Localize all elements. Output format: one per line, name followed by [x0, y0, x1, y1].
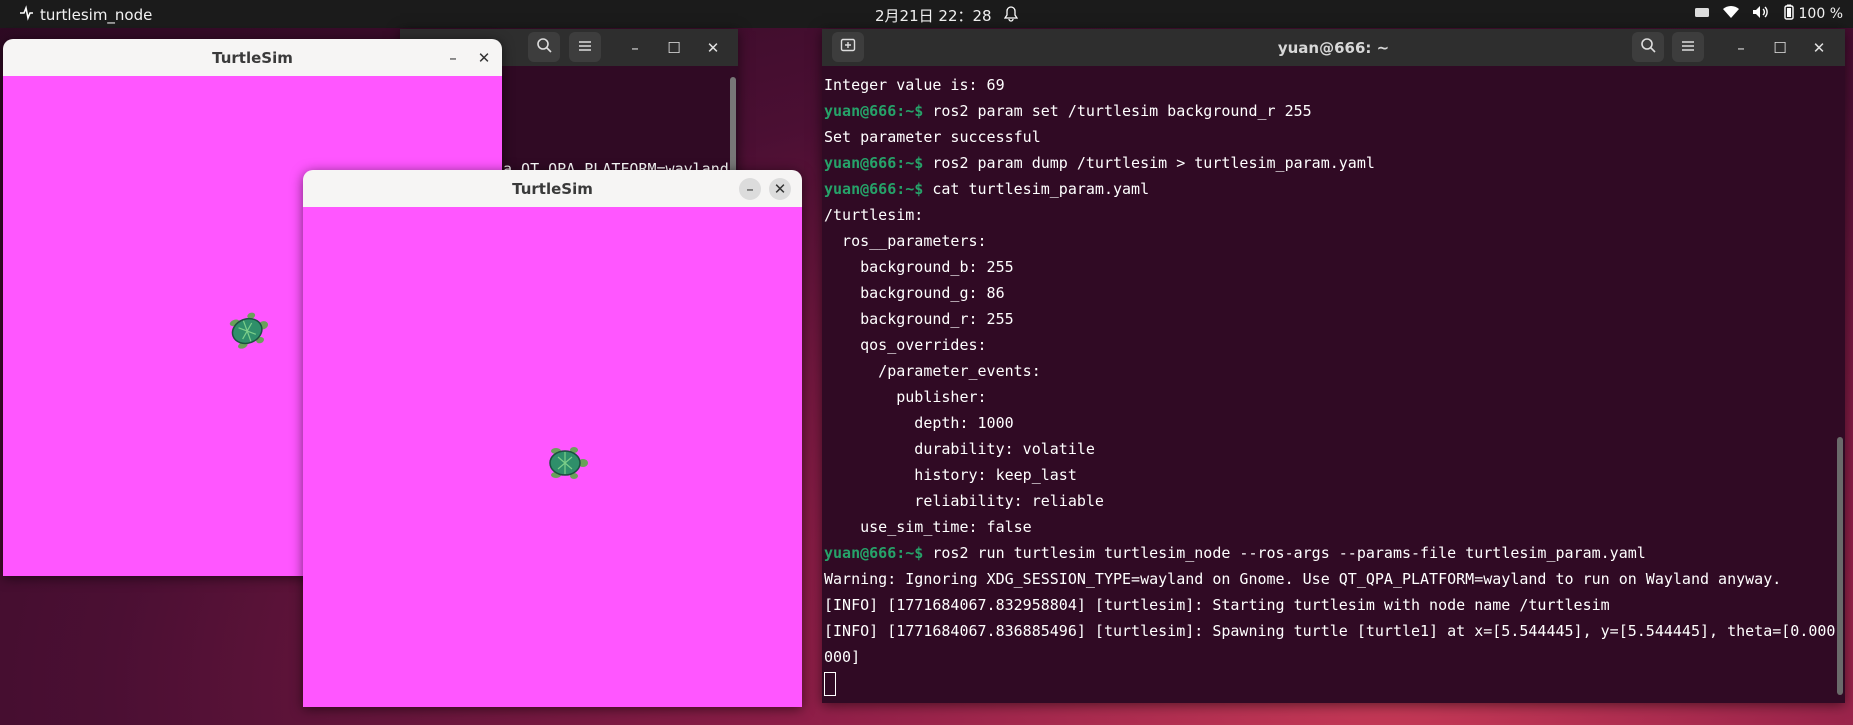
terminal-line: history: keep_last [824, 466, 1077, 484]
terminal-line: reliability: reliable [824, 492, 1104, 510]
active-app-name: turtlesim_node [40, 6, 153, 24]
terminal-line: qos_overrides: [824, 336, 987, 354]
close-button[interactable]: ✕ [700, 35, 726, 61]
activities-icon [18, 5, 34, 25]
terminal-command: ros2 run turtlesim turtlesim_node --ros-… [923, 544, 1646, 562]
terminal-line: background_b: 255 [824, 258, 1014, 276]
turtlesim-back-titlebar[interactable]: TurtleSim – ✕ [3, 39, 502, 77]
terminal-line: publisher: [824, 388, 987, 406]
minimize-icon: – [631, 39, 639, 57]
terminal-line: [INFO] [1771684067.836885496] [turtlesim… [824, 622, 1836, 640]
main-terminal-titlebar[interactable]: yuan@666: ~ – ☐ ✕ [822, 29, 1845, 66]
search-icon [1640, 37, 1656, 57]
hamburger-menu-icon [1681, 38, 1695, 56]
close-icon: ✕ [1812, 39, 1826, 57]
turtlesim-front-title: TurtleSim [512, 179, 593, 198]
system-tray[interactable]: 100 % [1694, 4, 1843, 24]
terminal-line: use_sim_time: false [824, 518, 1032, 536]
terminal-prompt: yuan@666:~$ [824, 154, 924, 172]
terminal-line: yuan@666:~$ ros2 run turtlesim turtlesim… [824, 540, 1845, 566]
volume-icon [1752, 5, 1770, 23]
terminal-title: yuan@666: ~ [1277, 38, 1390, 57]
terminal-line: Warning: Ignoring XDG_SESSION_TYPE=wayla… [824, 570, 1782, 588]
minimize-icon: – [1737, 39, 1745, 57]
minimize-button[interactable]: – [1728, 35, 1754, 61]
menu-button[interactable] [569, 32, 601, 62]
terminal-line: background_r: 255 [824, 310, 1014, 328]
minimize-button[interactable]: – [622, 35, 648, 61]
maximize-button[interactable]: ☐ [1767, 35, 1793, 61]
battery-percent: 100 % [1798, 6, 1843, 22]
turtlesim-front-canvas [303, 207, 802, 707]
clock-text: 2月21日 22：28 [875, 7, 992, 25]
terminal-line: yuan@666:~$ cat turtlesim_param.yaml [824, 176, 1845, 202]
terminal-line: depth: 1000 [824, 414, 1014, 432]
terminal-line: yuan@666:~$ ros2 param dump /turtlesim >… [824, 150, 1845, 176]
close-button[interactable]: ✕ [1806, 35, 1832, 61]
top-bar: turtlesim_node 2月21日 22：28 100 % [0, 0, 1853, 28]
close-icon: ✕ [773, 180, 787, 198]
terminal-cursor [824, 671, 836, 696]
minimize-button[interactable]: – [739, 178, 761, 200]
close-icon: ✕ [477, 49, 491, 67]
menu-button[interactable] [1672, 32, 1704, 62]
terminal-scrollbar[interactable] [1837, 437, 1843, 695]
terminal-line: durability: volatile [824, 440, 1095, 458]
terminal-line: 000] [824, 648, 861, 666]
turtle-icon [546, 444, 590, 482]
search-icon [536, 37, 552, 57]
minimize-button[interactable]: – [440, 45, 466, 71]
wifi-icon [1722, 5, 1740, 23]
turtlesim-front-titlebar[interactable]: TurtleSim – ✕ [303, 170, 802, 208]
clock[interactable]: 2月21日 22：28 [875, 5, 1018, 26]
terminal-prompt: yuan@666:~$ [824, 102, 924, 120]
terminal-prompt: yuan@666:~$ [824, 544, 924, 562]
minimize-icon: – [746, 180, 754, 198]
new-tab-icon [840, 37, 856, 57]
terminal-output[interactable]: Integer value is: 69 yuan@666:~$ ros2 par… [822, 66, 1845, 703]
notification-bell-icon [1003, 5, 1018, 26]
terminal-line: [INFO] [1771684067.832958804] [turtlesim… [824, 596, 1610, 614]
search-button[interactable] [1632, 32, 1664, 62]
terminal-command: ros2 param dump /turtlesim > turtlesim_p… [923, 154, 1375, 172]
terminal-command: ros2 param set /turtlesim background_r 2… [923, 102, 1312, 120]
new-tab-button[interactable] [832, 32, 864, 62]
close-icon: ✕ [706, 39, 720, 57]
maximize-button[interactable]: ☐ [661, 35, 687, 61]
active-app-menu[interactable]: turtlesim_node [18, 5, 152, 25]
keyboard-icon [1694, 6, 1710, 22]
turtlesim-back-title: TurtleSim [212, 48, 293, 67]
terminal-line: Integer value is: 69 [824, 76, 1005, 94]
close-button[interactable]: ✕ [471, 45, 497, 71]
terminal-command: cat turtlesim_param.yaml [923, 180, 1150, 198]
maximize-icon: ☐ [1773, 39, 1787, 57]
maximize-icon: ☐ [667, 39, 681, 57]
terminal-line: Set parameter successful [824, 128, 1041, 146]
terminal-line: /parameter_events: [824, 362, 1041, 380]
search-button[interactable] [528, 32, 560, 62]
battery-icon [1782, 4, 1796, 24]
main-terminal-window[interactable]: yuan@666: ~ – ☐ ✕ Integer value is: 69 yu… [822, 29, 1845, 703]
terminal-prompt: yuan@666:~$ [824, 180, 924, 198]
close-button[interactable]: ✕ [769, 178, 791, 200]
terminal-cursor-line [824, 670, 1845, 696]
turtlesim-window-front[interactable]: TurtleSim – ✕ [303, 170, 802, 707]
minimize-icon: – [449, 49, 457, 67]
terminal-line: yuan@666:~$ ros2 param set /turtlesim ba… [824, 98, 1845, 124]
terminal-line: background_g: 86 [824, 284, 1005, 302]
turtle-icon [223, 305, 277, 356]
hamburger-menu-icon [578, 38, 592, 56]
terminal-line: /turtlesim: [824, 206, 924, 224]
terminal-line: ros__parameters: [824, 232, 987, 250]
